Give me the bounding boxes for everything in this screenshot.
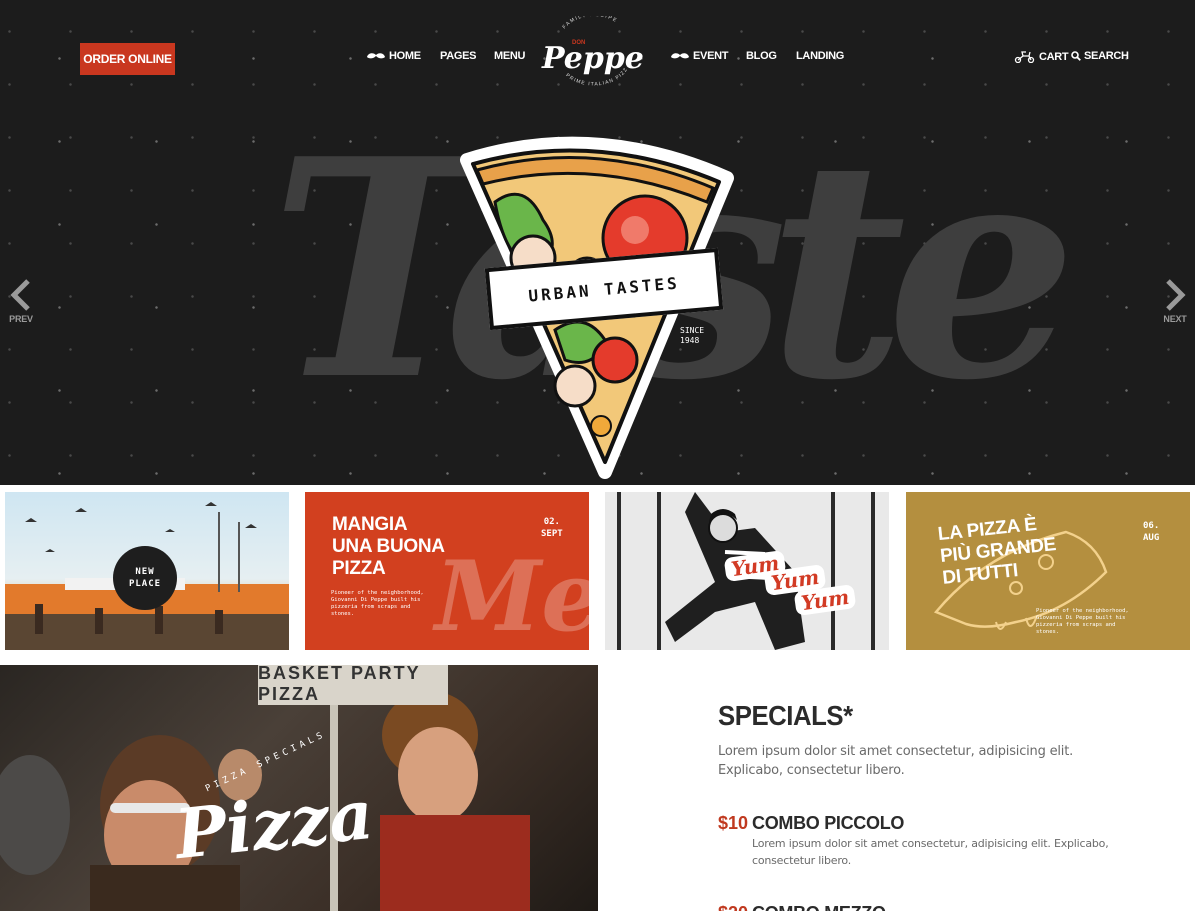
nav-label-blog: BLOG [746, 50, 777, 62]
nav-label-pages: PAGES [440, 50, 477, 62]
nav-item-menu[interactable]: MENU [494, 50, 526, 62]
search-link[interactable]: SEARCH [1071, 50, 1129, 62]
new-place-line1: NEW [135, 567, 155, 577]
mustache-icon [367, 52, 385, 58]
promo-title-line3: PIZZA [332, 558, 386, 579]
specials-title: SPECIALS* [718, 700, 853, 731]
promo-date-month: SEPT [541, 529, 563, 539]
promo-script-bg: Me [435, 540, 589, 650]
next-label: NEXT [1163, 314, 1187, 324]
nav-item-blog[interactable]: BLOG [746, 50, 777, 62]
promo-date-month: AUG [1143, 533, 1160, 543]
promo-card-la-pizza[interactable]: LA PIZZA È PIÙ GRANDE DI TUTTI 06. AUG P… [906, 492, 1190, 650]
cart-label: CART [1039, 50, 1069, 63]
since-year: 1948 [680, 336, 700, 345]
pizza-specials-photo[interactable]: BASKET PARTY PIZZA PIZZA SPECIALS Pizza [0, 665, 598, 911]
since-label: SINCE 1948 [680, 326, 704, 346]
promo-title-line1: MANGIA [332, 514, 408, 535]
since-word: SINCE [680, 326, 705, 335]
promo-date: 06. AUG [1143, 520, 1159, 544]
promo-card-yum[interactable]: Yum Yum Yum [605, 492, 889, 650]
cart-link[interactable]: CART [1014, 50, 1069, 63]
new-place-line2: PLACE [128, 579, 162, 589]
special-desc: Lorem ipsum dolor sit amet consectetur, … [752, 837, 1109, 867]
promo-text: Pioneer of the neighborhood, Giovanni Di… [1036, 608, 1129, 635]
special-name: COMBO PICCOLO [752, 813, 905, 833]
special-item: $20 COMBO MEZZO [718, 901, 1118, 911]
nav-label-landing: LANDING [796, 50, 845, 62]
hero-slider: Taste ORDER ONLINE HOME PAGES MENU EVENT… [0, 0, 1195, 485]
specials-lead: Lorem ipsum dolor sit amet consectetur, … [718, 744, 1074, 778]
special-name: COMBO MEZZO [752, 903, 886, 911]
slider-next-button[interactable]: NEXT [1160, 278, 1190, 324]
nav-item-home[interactable]: HOME [366, 50, 421, 62]
special-price: $10 [718, 813, 749, 833]
promo-date-day: 02. [543, 517, 560, 527]
chevron-right-icon [1166, 279, 1186, 311]
nav-item-landing[interactable]: LANDING [796, 50, 844, 62]
diner-sign: BASKET PARTY PIZZA [258, 665, 448, 705]
new-place-badge: NEW PLACE [113, 546, 177, 610]
promo-card-mangia[interactable]: Me MANGIA UNA BUONA PIZZA 02. SEPT Pione… [305, 492, 589, 650]
promo-card-new-place[interactable]: NEW PLACE [5, 492, 289, 650]
slider-prev-button[interactable]: PREV [6, 278, 36, 324]
svg-text:FAMILY RECIPE: FAMILY RECIPE [561, 16, 618, 30]
promo-title-line2: UNA BUONA [332, 536, 445, 557]
prev-label: PREV [9, 314, 33, 324]
nav-label-home: HOME [389, 50, 421, 62]
promo-date-day: 06. [1143, 521, 1160, 531]
promo-date: 02. SEPT [541, 516, 563, 540]
search-icon [1071, 51, 1081, 61]
special-item: $10 COMBO PICCOLO Lorem ipsum dolor sit … [718, 813, 1118, 873]
promo-title: MANGIA UNA BUONA PIZZA [332, 514, 445, 580]
chevron-left-icon [10, 279, 30, 311]
badge-text: URBAN TASTES [527, 272, 681, 306]
nav-item-event[interactable]: EVENT [670, 50, 728, 62]
specials-section: SPECIALS* Lorem ipsum dolor sit amet con… [718, 700, 1138, 780]
nav-item-pages[interactable]: PAGES [440, 50, 477, 62]
site-logo[interactable]: FAMILY RECIPE PRIME ITALIAN PIZZA DON Pe… [528, 12, 658, 96]
mustache-icon [671, 52, 689, 58]
svg-text:Peppe: Peppe [541, 41, 644, 76]
nav-label-menu: MENU [494, 50, 526, 62]
nav-label-event: EVENT [693, 50, 729, 62]
promo-title: LA PIZZA È PIÙ GRANDE DI TUTTI [937, 512, 1060, 590]
scooter-icon [1014, 51, 1035, 63]
promo-text: Pioneer of the neighborhood, Giovanni Di… [331, 590, 424, 617]
special-price: $20 [718, 903, 748, 911]
search-label: SEARCH [1084, 50, 1129, 62]
